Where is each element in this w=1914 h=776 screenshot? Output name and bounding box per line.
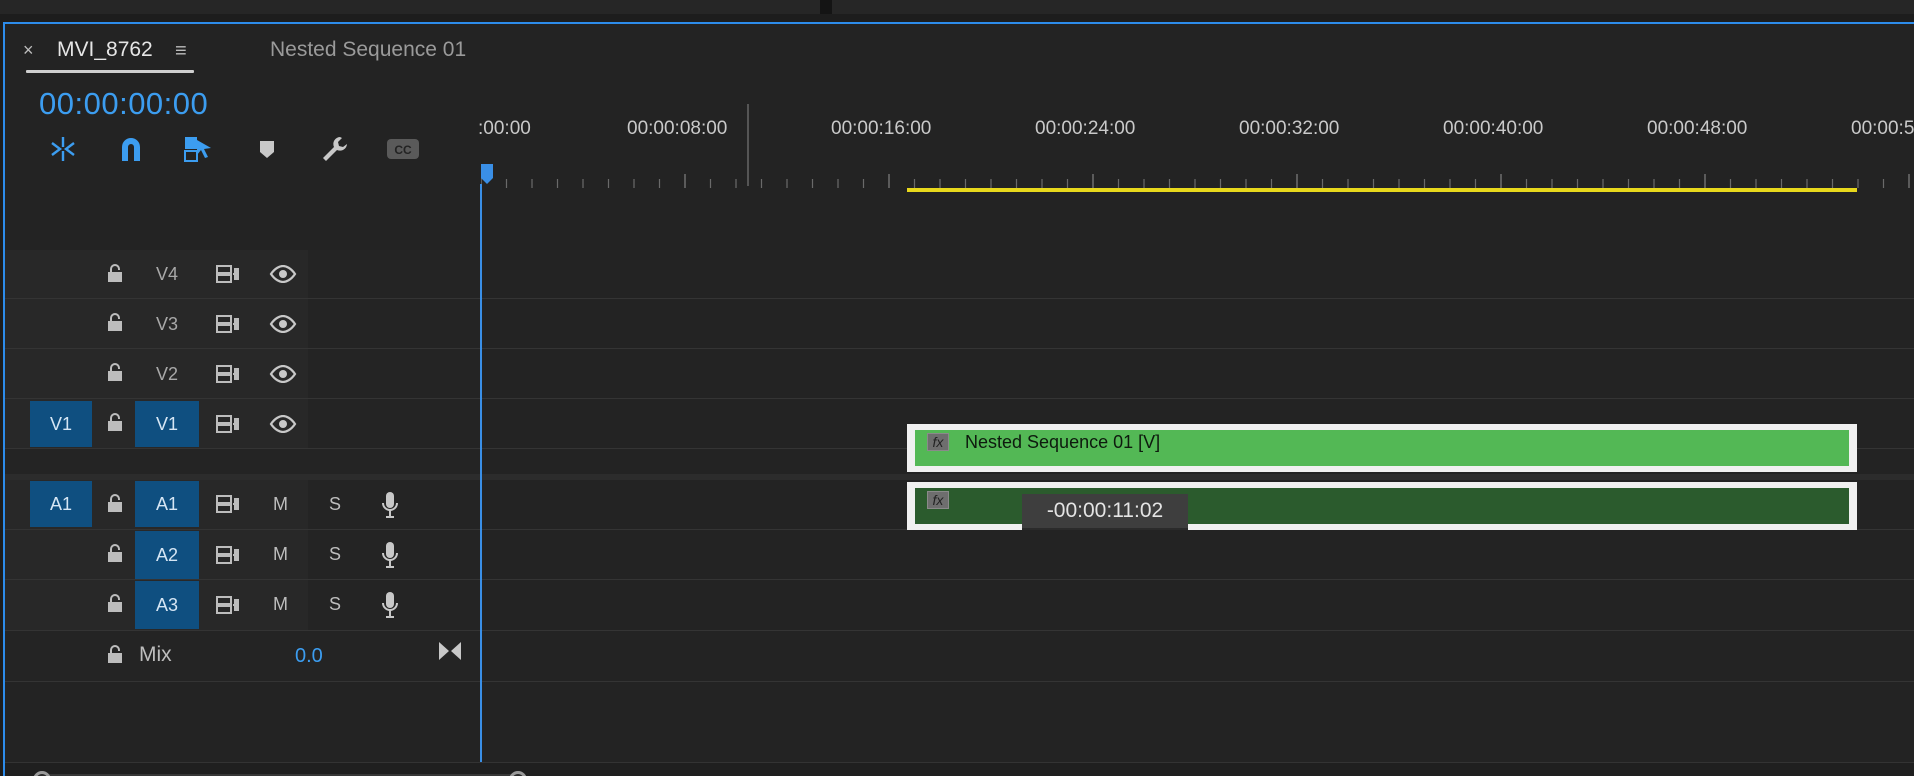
mute-button[interactable]: M: [273, 594, 288, 615]
eye-icon[interactable]: [267, 312, 299, 336]
fx-badge-icon: fx: [927, 433, 949, 451]
scroll-end-handle[interactable]: [509, 771, 527, 776]
ruler-label: 00:00:24:00: [1035, 118, 1136, 139]
track-target-v3[interactable]: V3: [135, 308, 199, 340]
mute-button[interactable]: M: [273, 544, 288, 565]
eye-icon[interactable]: [267, 412, 299, 436]
microphone-icon[interactable]: [375, 490, 405, 520]
track-target-a1[interactable]: A1: [135, 481, 199, 527]
playhead-timecode[interactable]: 00:00:00:00: [39, 86, 208, 122]
track-row-v2: V2: [5, 349, 1914, 399]
tab-menu-icon[interactable]: ≡: [175, 40, 187, 63]
source-patch-v1[interactable]: V1: [30, 401, 92, 447]
svg-text:CC: CC: [394, 143, 412, 157]
eye-icon[interactable]: [267, 262, 299, 286]
drag-offset-tooltip: -00:00:11:02: [1022, 494, 1188, 530]
mix-expand-icon[interactable]: [435, 639, 465, 663]
nest-toggle-icon[interactable]: [43, 132, 83, 166]
tab-mvi-8762[interactable]: MVI_8762: [57, 38, 153, 62]
solo-button[interactable]: S: [329, 544, 341, 565]
sync-lock-icon[interactable]: [213, 543, 243, 567]
track-row-a2: A2 M S: [5, 530, 1914, 580]
sync-lock-icon[interactable]: [213, 412, 243, 436]
track-target-v4[interactable]: V4: [135, 258, 199, 290]
eye-icon[interactable]: [267, 362, 299, 386]
sync-lock-icon[interactable]: [213, 362, 243, 386]
sync-lock-icon[interactable]: [213, 593, 243, 617]
microphone-icon[interactable]: [375, 540, 405, 570]
ruler-label: 00:00:48:00: [1647, 118, 1748, 139]
ruler-divider: [747, 104, 749, 186]
top-panel-left: [0, 0, 820, 14]
playhead-line[interactable]: [480, 184, 482, 762]
playhead-handle-icon[interactable]: [481, 164, 493, 184]
track-row-v3: V3: [5, 299, 1914, 349]
track-row-mix: Mix 0.0: [5, 631, 1914, 682]
snap-icon[interactable]: [111, 132, 151, 166]
source-patch-a1[interactable]: A1: [30, 481, 92, 527]
mix-label: Mix: [139, 643, 172, 666]
video-clip-name: Nested Sequence 01 [V]: [965, 432, 1161, 452]
ruler-label: 00:00:16:00: [831, 118, 932, 139]
track-row-a3: A3 M S: [5, 580, 1914, 631]
ruler-label: 00:00:40:00: [1443, 118, 1544, 139]
track-row-v4: V4: [5, 250, 1914, 299]
ruler-label: :00:00: [478, 118, 531, 139]
sync-lock-icon[interactable]: [213, 492, 243, 516]
lock-icon[interactable]: [103, 260, 127, 286]
lock-icon[interactable]: [103, 641, 127, 667]
settings-wrench-icon[interactable]: [315, 132, 355, 166]
linked-selection-icon[interactable]: [179, 132, 219, 166]
lock-icon[interactable]: [103, 409, 127, 435]
video-clip-body[interactable]: fx Nested Sequence 01 [V]: [915, 430, 1849, 466]
add-marker-icon[interactable]: [247, 132, 287, 166]
track-target-a3[interactable]: A3: [135, 581, 199, 629]
mute-button[interactable]: M: [273, 494, 288, 515]
in-out-range-bar[interactable]: [907, 188, 1857, 192]
mix-volume-value[interactable]: 0.0: [295, 645, 323, 668]
sync-lock-icon[interactable]: [213, 312, 243, 336]
time-ruler[interactable]: :00:00 00:00:08:00 00:00:16:00 00:00:24:…: [478, 82, 1914, 192]
fx-badge-icon: fx: [927, 491, 949, 509]
lock-icon[interactable]: [103, 359, 127, 385]
ruler-label: 00:00:32:00: [1239, 118, 1340, 139]
lock-icon[interactable]: [103, 540, 127, 566]
lock-icon[interactable]: [103, 309, 127, 335]
top-panel-strip: [0, 0, 1914, 14]
tab-nested-sequence-01[interactable]: Nested Sequence 01: [270, 38, 466, 62]
scroll-start-handle[interactable]: [33, 771, 51, 776]
sync-lock-icon[interactable]: [213, 262, 243, 286]
solo-button[interactable]: S: [329, 594, 341, 615]
track-target-v1[interactable]: V1: [135, 401, 199, 447]
top-panel-right: [832, 0, 1914, 14]
video-clip-nested-sequence[interactable]: fx Nested Sequence 01 [V]: [907, 424, 1857, 472]
ruler-label: 00:00:5: [1851, 118, 1914, 139]
ruler-label: 00:00:08:00: [627, 118, 728, 139]
timeline-zoom-scrollbar[interactable]: [5, 762, 1914, 776]
track-target-v2[interactable]: V2: [135, 358, 199, 390]
solo-button[interactable]: S: [329, 494, 341, 515]
captions-icon[interactable]: CC: [383, 132, 423, 166]
close-tab-icon[interactable]: ×: [23, 40, 34, 61]
track-target-a2[interactable]: A2: [135, 531, 199, 579]
ruler-ticks: [481, 174, 1910, 188]
lock-icon[interactable]: [103, 590, 127, 616]
timeline-tabs: × MVI_8762 ≡ Nested Sequence 01: [5, 24, 1914, 74]
timeline-panel: × MVI_8762 ≡ Nested Sequence 01 00:00:00…: [3, 22, 1914, 776]
lock-icon[interactable]: [103, 490, 127, 516]
microphone-icon[interactable]: [375, 590, 405, 620]
active-tab-underline: [26, 70, 194, 73]
